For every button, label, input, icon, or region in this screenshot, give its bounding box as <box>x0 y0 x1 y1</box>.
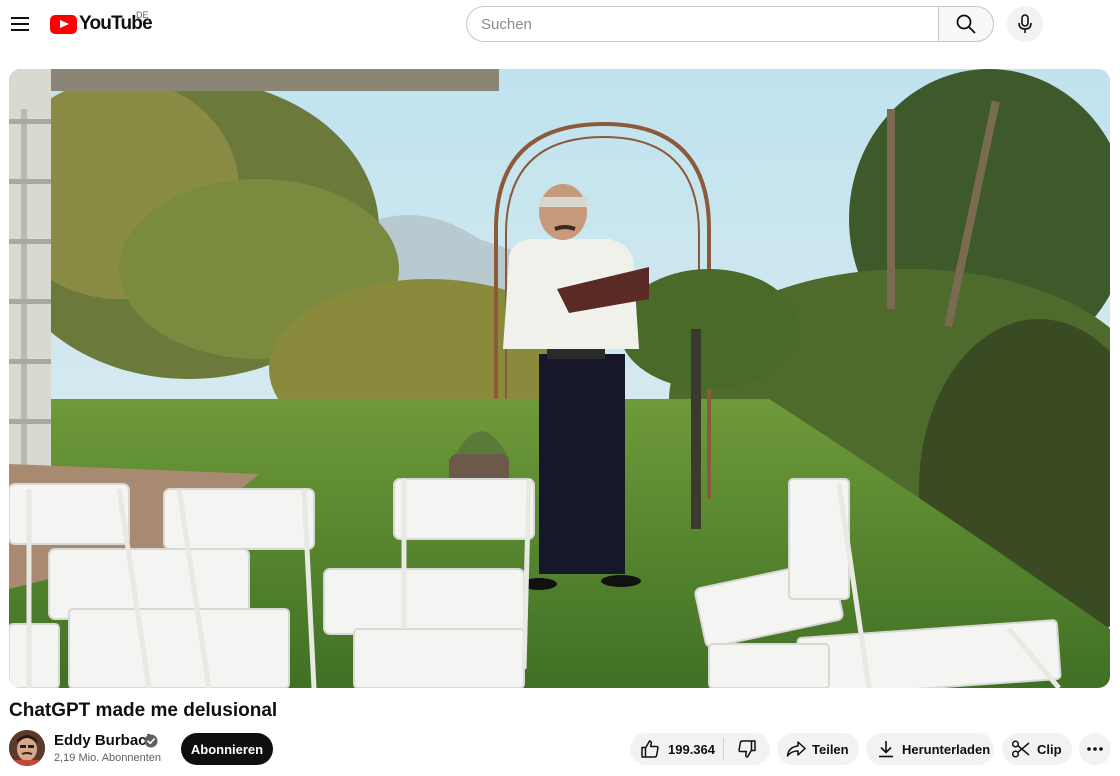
subscribe-button[interactable]: Abonnieren <box>181 733 273 765</box>
download-button[interactable]: Herunterladen <box>866 733 994 765</box>
menu-button[interactable] <box>4 6 36 42</box>
youtube-logo-icon <box>50 14 77 34</box>
video-player[interactable] <box>9 69 1110 688</box>
clip-button[interactable]: Clip <box>1002 733 1072 765</box>
like-button[interactable]: 199.364 <box>630 738 724 760</box>
share-button[interactable]: Teilen <box>777 733 859 765</box>
menu-icon <box>11 17 29 31</box>
verified-icon <box>144 734 158 748</box>
channel-name[interactable]: Eddy Burback <box>54 732 155 749</box>
search-input[interactable] <box>466 6 938 42</box>
like-dislike-group: 199.364 <box>630 733 770 765</box>
video-title: ChatGPT made me delusional <box>9 700 278 721</box>
like-count: 199.364 <box>668 741 715 757</box>
country-code: DE <box>136 10 149 20</box>
thumbs-up-icon <box>641 740 659 758</box>
voice-search-button[interactable] <box>1007 6 1043 42</box>
subscriber-count: 2,19 Mio. Abonnenten <box>54 752 162 764</box>
clip-label: Clip <box>1037 741 1062 757</box>
more-actions-button[interactable] <box>1079 733 1111 765</box>
more-icon <box>1087 747 1103 751</box>
avatar-image <box>9 730 45 766</box>
share-label: Teilen <box>812 741 849 757</box>
search-bar <box>466 6 994 42</box>
mic-icon <box>1018 14 1032 33</box>
share-icon <box>786 741 806 757</box>
download-label: Herunterladen <box>902 741 991 757</box>
channel-avatar[interactable] <box>9 730 45 766</box>
thumbs-down-icon <box>738 740 756 758</box>
top-bar: YouTube DE <box>0 0 1120 48</box>
dislike-button[interactable] <box>724 733 770 765</box>
scissors-icon <box>1011 740 1030 758</box>
download-icon <box>879 741 893 758</box>
search-button[interactable] <box>938 6 994 42</box>
video-frame <box>9 69 1110 688</box>
search-icon <box>956 14 976 34</box>
